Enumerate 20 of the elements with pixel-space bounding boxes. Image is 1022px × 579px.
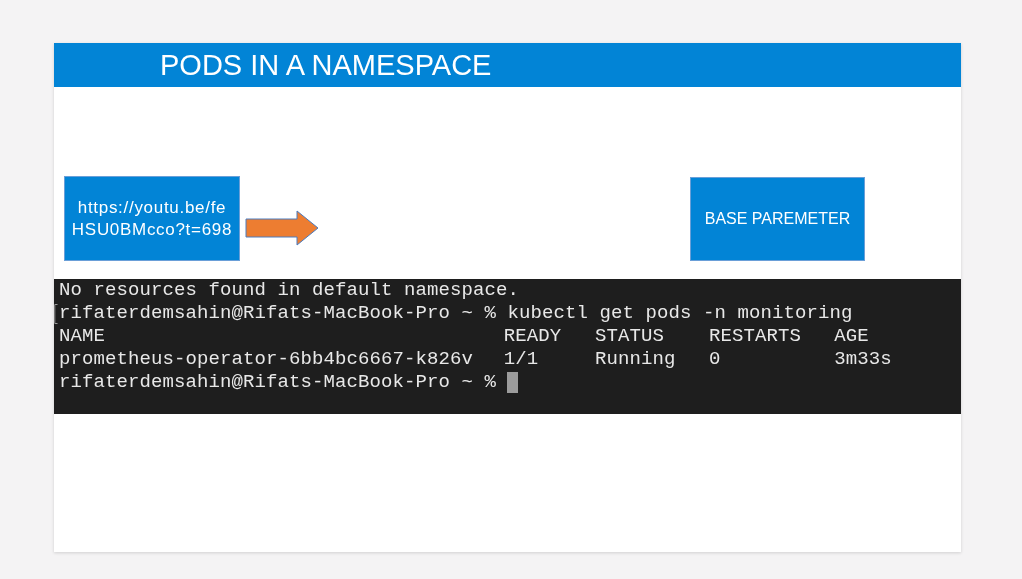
link-text: https://youtu.be/fe HSU0BMcco?t=698 <box>71 196 233 241</box>
cursor-icon <box>507 372 519 393</box>
table-cell: 3m33s <box>834 348 892 370</box>
command-text: kubectl get pods -n monitoring <box>507 302 853 325</box>
line-mark-icon <box>54 304 58 324</box>
table-cell: Running <box>594 348 676 370</box>
label-text: BASE PAREMETER <box>704 209 851 229</box>
slide-title: PODS IN A NAMESPACE <box>160 49 492 81</box>
shell-prompt: rifaterdemsahin@Rifats-MacBook-Pro ~ % <box>59 302 497 325</box>
shell-prompt: rifaterdemsahin@Rifats-MacBook-Pro ~ % <box>59 371 497 394</box>
table-cell: prometheus-operator-6bb4bc6667-k826v <box>59 348 474 370</box>
terminal-output-text: No resources found in default namespace. <box>59 279 520 302</box>
right-arrow-icon <box>245 210 319 246</box>
column-header: READY <box>503 325 562 347</box>
column-header: AGE <box>834 325 869 347</box>
table-cell: 1/1 <box>503 348 539 370</box>
column-header: RESTARTS <box>708 325 801 347</box>
column-header: NAME <box>59 325 105 347</box>
table-cell: 0 <box>708 348 721 370</box>
column-header: STATUS <box>594 325 664 347</box>
